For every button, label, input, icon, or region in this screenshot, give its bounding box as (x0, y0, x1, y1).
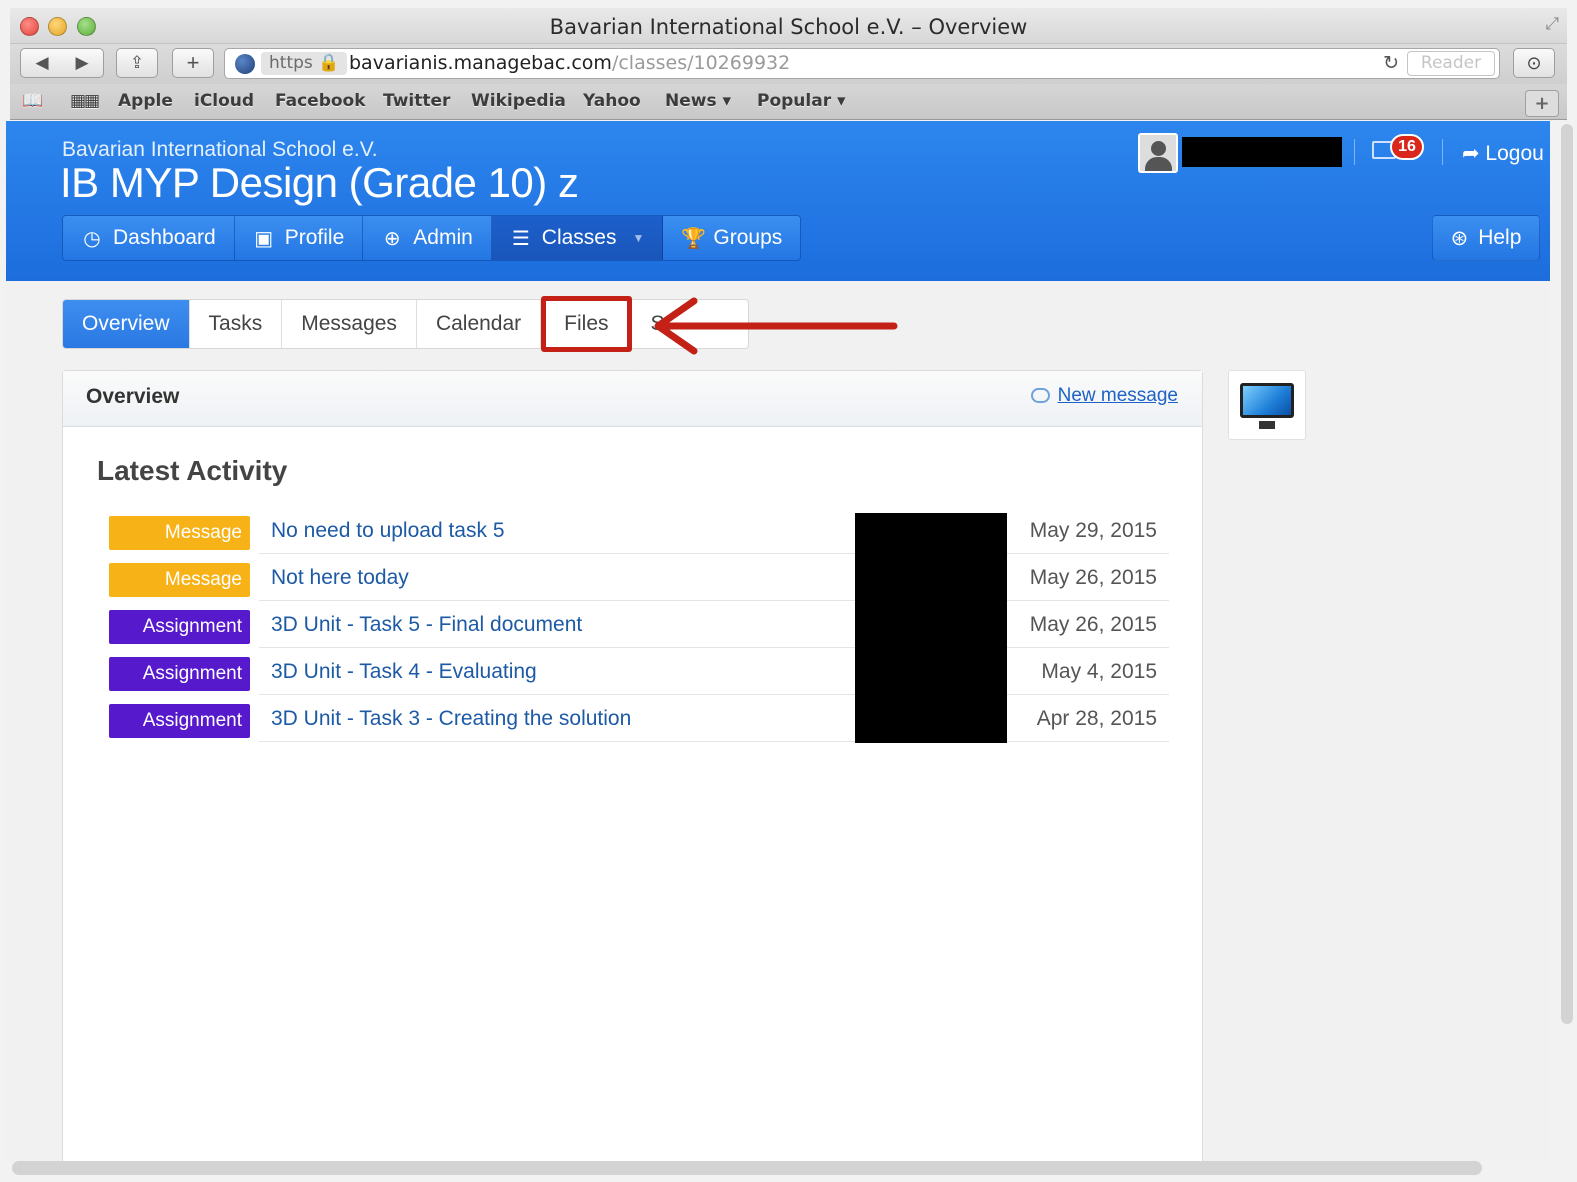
table-row: Assignment 3D Unit - Task 3 - Creating t… (107, 695, 1169, 742)
activity-date: May 29, 2015 (1029, 519, 1157, 542)
share-button[interactable]: ⇪ (116, 48, 158, 78)
table-row: Message Not here today May 26, 2015 (107, 554, 1169, 601)
type-badge: Assignment (109, 657, 250, 691)
redacted-author-column (855, 513, 1007, 743)
type-badge: Assignment (109, 610, 250, 644)
dashboard-gauge-icon: ◷ (83, 227, 101, 250)
nav-classes[interactable]: ☰ Classes ▼ (491, 216, 664, 260)
activity-link[interactable]: 3D Unit - Task 5 - Final document (271, 613, 582, 637)
speech-bubble-icon (1031, 388, 1050, 403)
url-text[interactable]: bavarianis.managebac.com/classes/1026993… (349, 52, 790, 74)
tab-calendar[interactable]: Calendar (417, 300, 542, 348)
address-bar[interactable]: https 🔒 bavarianis.managebac.com/classes… (224, 48, 1500, 79)
forward-button[interactable]: ▶ (62, 49, 102, 77)
latest-activity-heading: Latest Activity (97, 455, 288, 486)
tab-overview[interactable]: Overview (63, 300, 190, 348)
panel-header: Overview New message (63, 371, 1202, 427)
horizontal-scrollbar[interactable] (12, 1161, 1482, 1175)
lifebuoy-icon: ⊛ (1450, 226, 1469, 250)
help-label: Help (1478, 226, 1522, 249)
subject-monitor-icon (1228, 370, 1306, 440)
bookmark-yahoo[interactable]: Yahoo (583, 91, 641, 111)
panel-title: Overview (86, 385, 180, 408)
downloads-button[interactable]: ⊙ (1513, 48, 1555, 78)
classes-list-icon: ☰ (511, 227, 530, 250)
bookmark-facebook[interactable]: Facebook (275, 91, 366, 111)
help-button[interactable]: ⊛ Help (1432, 215, 1540, 261)
bookmark-icloud[interactable]: iCloud (194, 91, 254, 111)
type-badge: Message (109, 563, 250, 597)
url-host: bavarianis.managebac.com (349, 52, 612, 74)
header-divider (1442, 139, 1443, 165)
activity-link[interactable]: 3D Unit - Task 3 - Creating the solution (271, 707, 631, 731)
bookmark-wikipedia[interactable]: Wikipedia (471, 91, 566, 111)
tab-messages[interactable]: Messages (282, 300, 417, 348)
bookmark-news-menu[interactable]: News ▾ (665, 91, 731, 111)
https-indicator: https 🔒 (261, 52, 348, 75)
overview-panel: Overview New message Latest Activity Mes… (62, 370, 1203, 1161)
monitor-screen (1240, 383, 1294, 418)
nav-groups-label: Groups (713, 226, 783, 249)
bookmark-apple[interactable]: Apple (118, 91, 173, 111)
browser-toolbar: ◀ ▶ ⇪ + https 🔒 bavarianis.managebac.com/… (10, 44, 1567, 84)
vertical-scrollbar[interactable] (1561, 124, 1573, 1024)
type-badge: Assignment (109, 704, 250, 738)
avatar[interactable] (1138, 133, 1178, 173)
nav-dashboard[interactable]: ◷ Dashboard (63, 216, 235, 260)
fullscreen-icon[interactable]: ⤢ (1545, 14, 1559, 34)
activity-link[interactable]: 3D Unit - Task 4 - Evaluating (271, 660, 537, 684)
user-name-redacted[interactable] (1182, 137, 1342, 167)
nav-profile-label: Profile (284, 226, 345, 249)
activity-list: Message No need to upload task 5 May 29,… (107, 507, 1169, 742)
nav-groups[interactable]: 🏆 Groups (663, 216, 801, 260)
monitor-stand (1259, 421, 1275, 429)
window-titlebar: Bavarian International School e.V. – Ove… (10, 8, 1567, 44)
activity-date: May 4, 2015 (1041, 660, 1157, 683)
logout-link[interactable]: ➦ Logou (1462, 141, 1544, 166)
site-globe-icon (235, 54, 255, 74)
profile-card-icon: ▣ (254, 227, 274, 250)
nav-classes-label: Classes (541, 226, 617, 249)
groups-trophy-icon: 🏆 (681, 227, 707, 250)
back-button[interactable]: ◀ (22, 49, 62, 77)
table-row: Assignment 3D Unit - Task 4 - Evaluating… (107, 648, 1169, 695)
main-nav: ◷ Dashboard ▣ Profile ⊕ Admin ☰ Classes … (62, 215, 802, 261)
nav-profile[interactable]: ▣ Profile (234, 216, 364, 260)
nav-admin[interactable]: ⊕ Admin (363, 216, 492, 260)
tab-tasks[interactable]: Tasks (190, 300, 283, 348)
activity-link[interactable]: No need to upload task 5 (271, 519, 505, 543)
back-forward-buttons: ◀ ▶ (20, 48, 104, 78)
add-bookmark-button[interactable]: + (1525, 90, 1559, 117)
new-message-link[interactable]: New message (1058, 385, 1178, 407)
class-title: IB MYP Design (Grade 10) z (60, 159, 579, 206)
chevron-down-icon: ▼ (632, 231, 645, 245)
reader-button[interactable]: Reader (1407, 51, 1495, 76)
url-path: /classes/10269932 (611, 52, 791, 74)
table-row: Assignment 3D Unit - Task 5 - Final docu… (107, 601, 1169, 648)
activity-date: May 26, 2015 (1029, 566, 1157, 589)
nav-admin-label: Admin (413, 226, 473, 249)
site-header: Bavarian International School e.V. IB MY… (6, 121, 1550, 281)
bookmark-popular-menu[interactable]: Popular ▾ (757, 91, 846, 111)
activity-date: May 26, 2015 (1029, 613, 1157, 636)
type-badge: Message (109, 516, 250, 550)
header-divider (1354, 139, 1355, 165)
admin-globe-icon: ⊕ (383, 227, 401, 250)
bookmark-twitter[interactable]: Twitter (383, 91, 450, 111)
activity-date: Apr 28, 2015 (1036, 707, 1157, 730)
table-row: Message No need to upload task 5 May 29,… (107, 507, 1169, 554)
bookmarks-book-icon[interactable]: 📖 (22, 91, 43, 111)
activity-link[interactable]: Not here today (271, 566, 409, 590)
new-tab-button[interactable]: + (172, 48, 214, 78)
annotation-arrow (654, 297, 898, 355)
top-sites-grid-icon[interactable]: ▦▦ (70, 91, 100, 111)
row-divider (259, 741, 1169, 742)
reload-icon[interactable]: ↻ (1383, 52, 1399, 74)
page-content: Bavarian International School e.V. IB MY… (6, 121, 1550, 1161)
tab-files[interactable]: Files (541, 296, 632, 352)
bookmarks-bar: 📖 ▦▦ Apple iCloud Facebook Twitter Wikip… (10, 84, 1567, 120)
window-title: Bavarian International School e.V. – Ove… (549, 15, 1028, 39)
nav-dashboard-label: Dashboard (113, 226, 216, 249)
mail-count-badge[interactable]: 16 (1390, 134, 1424, 160)
